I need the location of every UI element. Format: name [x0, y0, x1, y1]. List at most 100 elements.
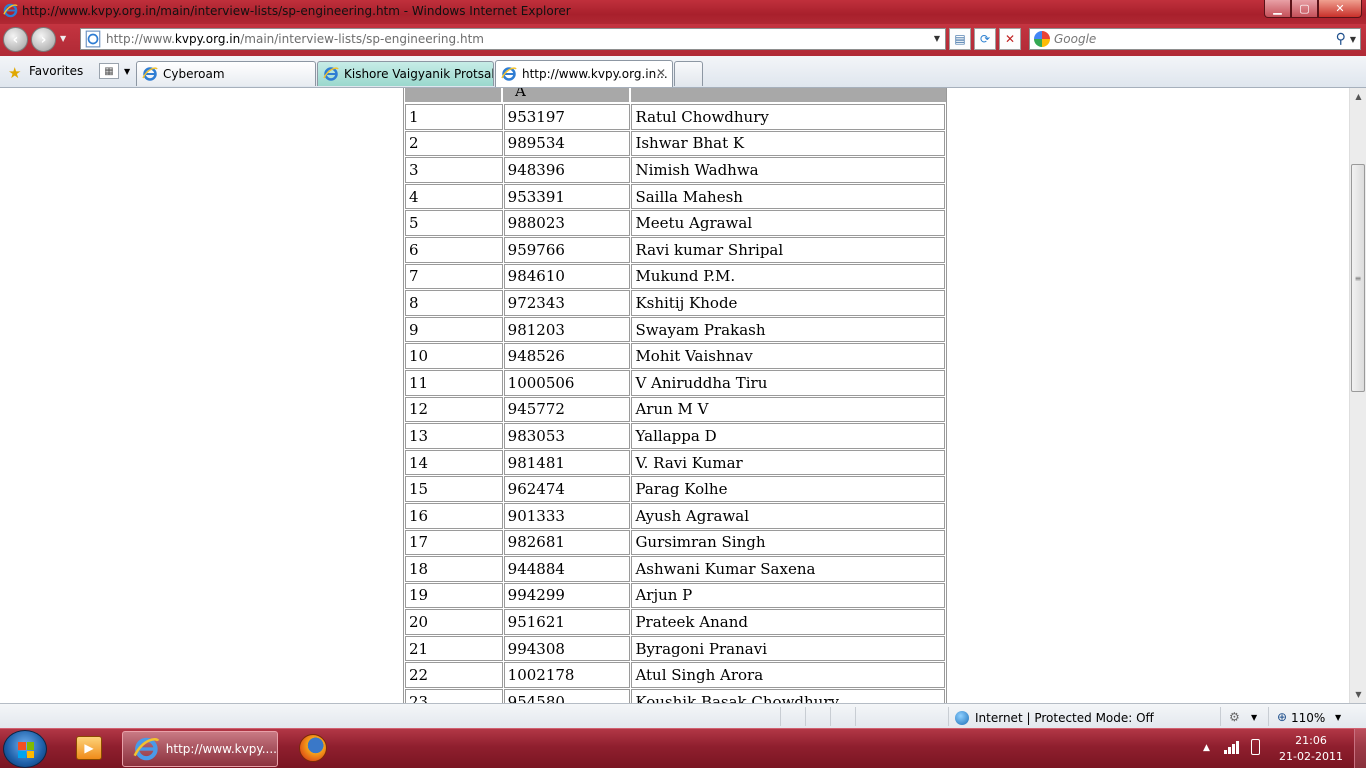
ie-icon — [3, 3, 18, 18]
security-zone-text[interactable]: Internet | Protected Mode: Off — [975, 711, 1154, 725]
table-header: A — [404, 88, 946, 103]
tab-label: Cyberoam — [163, 67, 225, 81]
table-row: 20 951621 Prateek Anand — [405, 609, 945, 635]
taskbar: ▶ http://www.kvpy.... ▲ 21:06 21-02-2011 — [0, 728, 1366, 768]
search-input[interactable]: Google ⚲ ▼ — [1029, 28, 1361, 50]
favorites-star-icon[interactable]: ★ — [8, 64, 21, 82]
address-toolbar: ‹ › ▼ http://www.kvpy.org.in/main/interv… — [0, 24, 1366, 56]
battery-icon[interactable] — [1251, 739, 1260, 755]
show-hidden-icons-icon[interactable]: ▲ — [1203, 743, 1210, 753]
table-row: 6 959766 Ravi kumar Shripal — [405, 236, 945, 263]
refresh-button[interactable]: ⟳ — [974, 28, 996, 50]
cell-name: Ashwani Kumar Saxena — [631, 556, 945, 582]
new-tab-button[interactable] — [674, 61, 703, 86]
network-icon[interactable] — [1224, 740, 1239, 754]
forward-button[interactable]: › — [31, 27, 56, 52]
address-input[interactable]: http://www.kvpy.org.in/main/interview-li… — [80, 28, 946, 50]
recent-pages-dropdown-icon[interactable]: ▼ — [60, 34, 66, 43]
window-controls: ▁ ▢ ✕ — [1264, 0, 1362, 18]
scroll-down-icon[interactable]: ▼ — [1350, 686, 1366, 703]
table-row: 10 948526 Mohit Vaishnav — [405, 343, 945, 369]
status-divider — [805, 707, 806, 726]
url-text: http://www.kvpy.org.in/main/interview-li… — [106, 32, 484, 46]
status-divider — [855, 707, 856, 726]
zoom-level[interactable]: 110% — [1291, 711, 1325, 725]
cell-app-no: 948396 — [503, 157, 631, 183]
search-options-dropdown-icon[interactable]: ▼ — [1350, 35, 1356, 44]
status-bar: Internet | Protected Mode: Off ⚙ ▼ ⊕ 110… — [0, 703, 1366, 728]
clock[interactable]: 21:06 21-02-2011 — [1276, 733, 1346, 765]
status-divider — [948, 707, 949, 726]
status-divider — [1268, 707, 1269, 726]
cell-name: Gursimran Singh — [631, 529, 945, 556]
cell-name: Yallappa D — [631, 423, 945, 449]
table-row: 22 1002178 Atul Singh Arora — [405, 662, 945, 689]
cell-sno: 2 — [405, 130, 503, 157]
cell-sno: 22 — [405, 662, 503, 689]
cell-name: Byragoni Pranavi — [631, 635, 945, 662]
search-icon[interactable]: ⚲ — [1336, 31, 1346, 47]
cell-sno: 4 — [405, 183, 503, 210]
header-cell-name — [631, 88, 946, 102]
cell-sno: 11 — [405, 369, 503, 396]
close-tab-icon[interactable]: ✕ — [656, 66, 666, 80]
cell-sno: 23 — [405, 689, 503, 703]
cell-app-no: 1000506 — [503, 369, 631, 396]
popup-blocker-icon[interactable]: ⚙ — [1229, 710, 1240, 724]
cell-name: Ratul Chowdhury — [631, 104, 945, 130]
cell-sno: 5 — [405, 210, 503, 236]
cell-name: Parag Kolhe — [631, 476, 945, 502]
cell-app-no: 953391 — [503, 183, 631, 210]
stop-button[interactable]: ✕ — [999, 28, 1021, 50]
cell-name: Ayush Agrawal — [631, 502, 945, 529]
close-button[interactable]: ✕ — [1318, 0, 1362, 18]
ie-icon — [323, 67, 339, 81]
table-row: 23 954580 Koushik Basak Chowdhury — [405, 689, 945, 703]
tab-current[interactable]: http://www.kvpy.org.in... ✕ — [495, 60, 673, 87]
start-button[interactable] — [3, 730, 47, 768]
status-divider — [1220, 707, 1221, 726]
cell-name: Ishwar Bhat K — [631, 130, 945, 157]
table-row: 9 981203 Swayam Prakash — [405, 316, 945, 343]
cell-name: Arun M V — [631, 396, 945, 423]
zoom-icon[interactable]: ⊕ — [1277, 710, 1287, 724]
taskbar-window-label: http://www.kvpy.... — [165, 742, 277, 756]
cell-app-no: 948526 — [503, 343, 631, 369]
tab-cyberoam[interactable]: Cyberoam — [136, 61, 316, 86]
address-dropdown-icon[interactable]: ▼ — [934, 34, 940, 43]
compatibility-view-button[interactable]: ▤ — [949, 28, 971, 50]
table-row: 8 972343 Kshitij Khode — [405, 290, 945, 316]
scrollbar-thumb[interactable]: ≡ — [1351, 164, 1365, 392]
table-row: 2 989534 Ishwar Bhat K — [405, 130, 945, 157]
popup-dropdown-icon[interactable]: ▼ — [1251, 713, 1257, 722]
cell-app-no: 981481 — [503, 449, 631, 476]
tab-list-dropdown-icon[interactable]: ▼ — [124, 67, 130, 76]
tab-bar: ★ Favorites ▦ ▼ Cyberoam Kishore Vaigyan… — [0, 56, 1366, 88]
tab-kvpy[interactable]: Kishore Vaigyanik Protsah... — [317, 61, 494, 86]
cell-sno: 13 — [405, 423, 503, 449]
minimize-button[interactable]: ▁ — [1264, 0, 1291, 18]
cell-app-no: 954580 — [503, 689, 631, 703]
cell-sno: 21 — [405, 635, 503, 662]
favorites-button[interactable]: Favorites — [29, 64, 83, 78]
vertical-scrollbar[interactable]: ▲ ≡ ▼ — [1349, 88, 1366, 703]
back-button[interactable]: ‹ — [3, 27, 28, 52]
show-desktop-button[interactable] — [1354, 729, 1366, 768]
cell-app-no: 984610 — [503, 263, 631, 290]
cell-sno: 10 — [405, 343, 503, 369]
windows-logo-icon — [18, 742, 34, 758]
header-cell-app-no: A — [503, 88, 631, 102]
page-icon — [85, 30, 101, 48]
interview-list-table: A 1 953197 Ratul Chowdhury 2 989534 Ishwar Bh… — [403, 88, 947, 703]
taskbar-ie-window[interactable]: http://www.kvpy.... — [122, 731, 278, 767]
cell-name: Ravi kumar Shripal — [631, 236, 945, 263]
firefox-icon[interactable] — [298, 733, 328, 763]
tab-label: http://www.kvpy.org.in... — [522, 67, 668, 81]
maximize-button[interactable]: ▢ — [1291, 0, 1318, 18]
zoom-dropdown-icon[interactable]: ▼ — [1335, 713, 1341, 722]
scroll-up-icon[interactable]: ▲ — [1350, 88, 1366, 105]
cell-name: Prateek Anand — [631, 609, 945, 635]
media-player-icon[interactable]: ▶ — [74, 733, 104, 763]
cell-name: Kshitij Khode — [631, 290, 945, 316]
quick-tabs-icon[interactable]: ▦ — [99, 63, 119, 79]
